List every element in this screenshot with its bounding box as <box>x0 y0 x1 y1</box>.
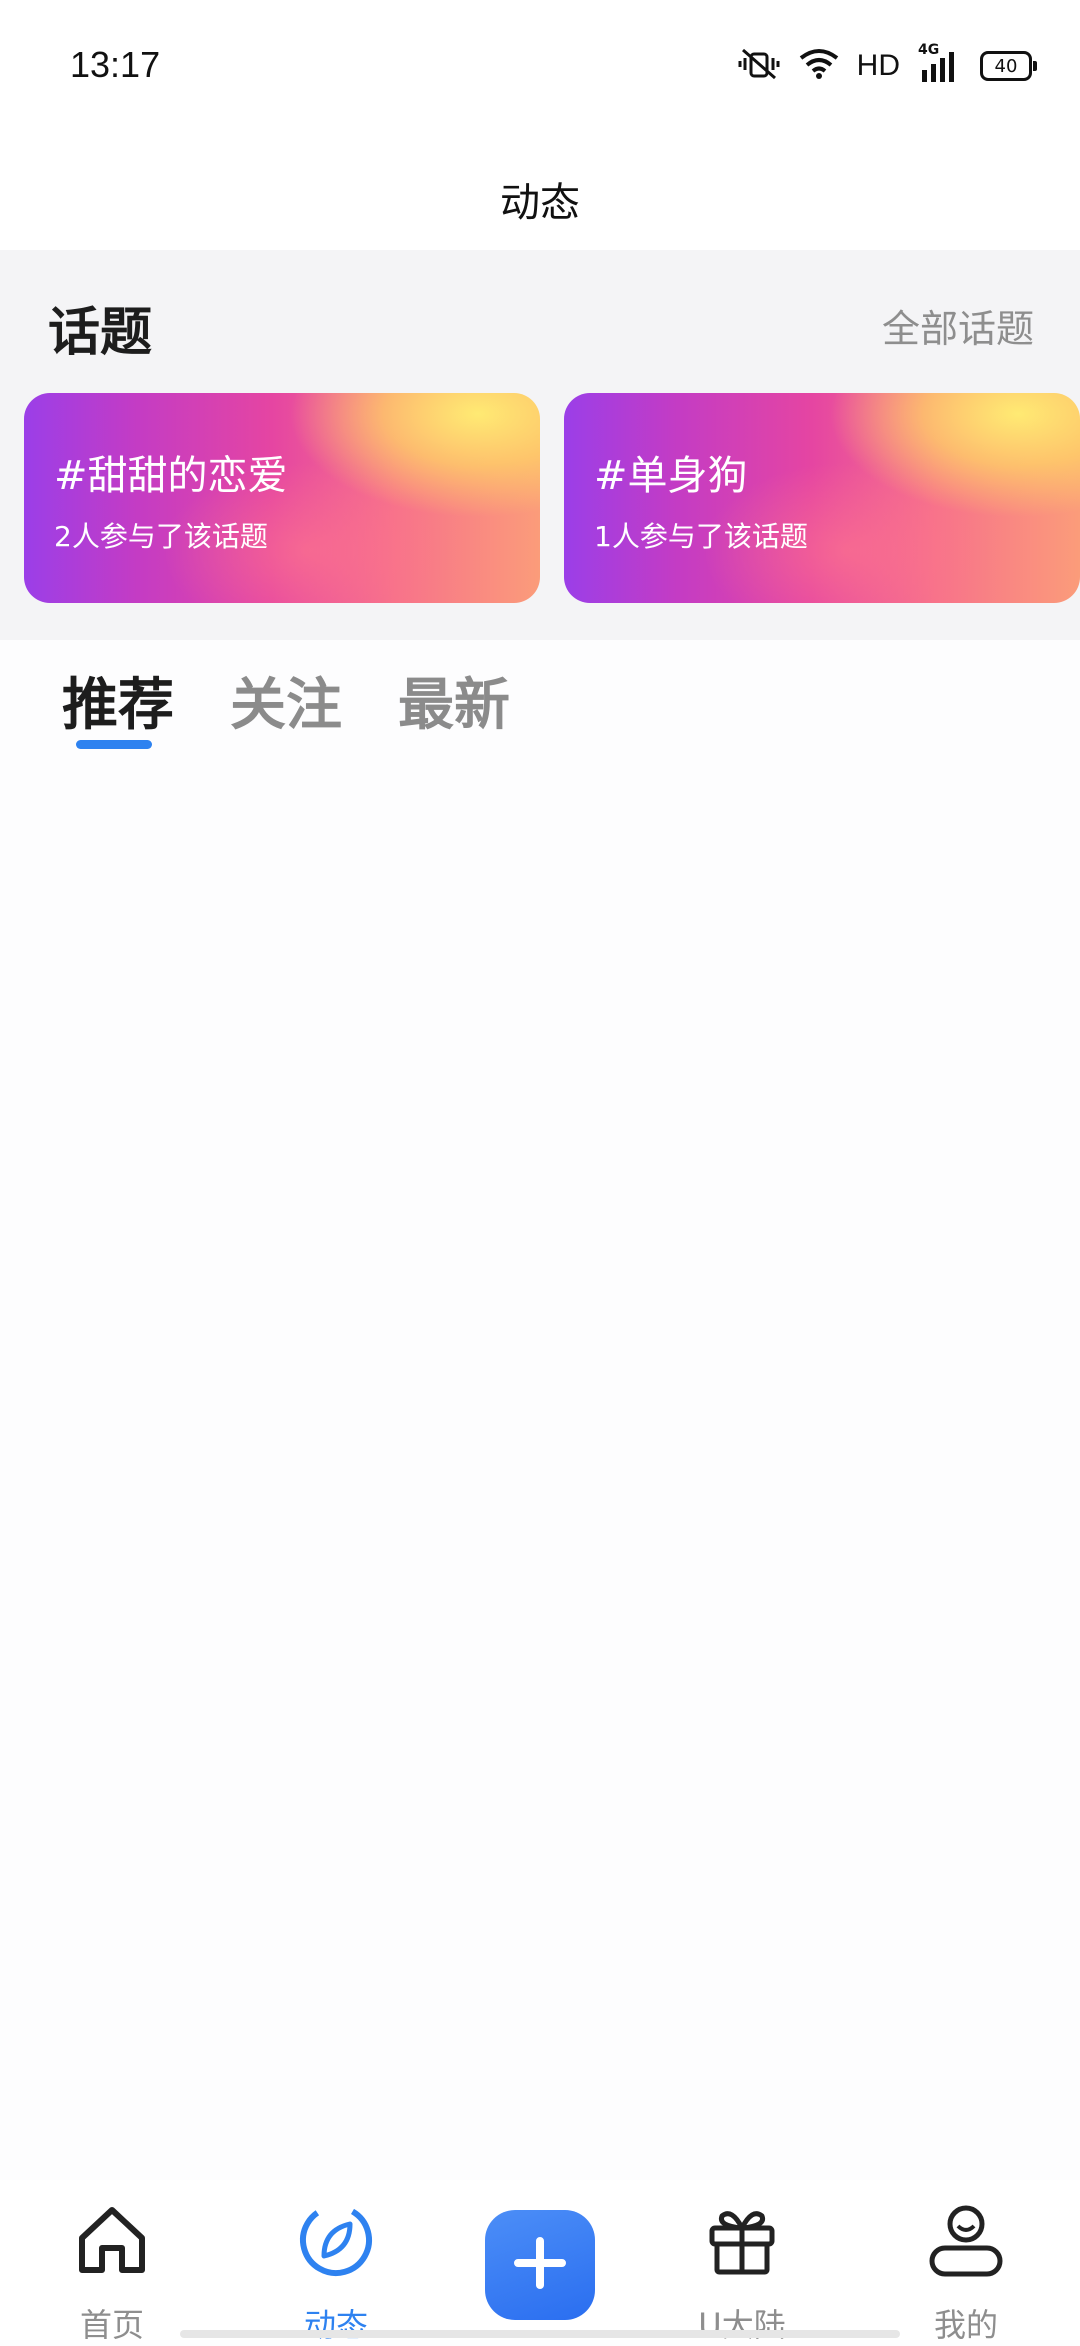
all-topics-link[interactable]: 全部话题 <box>882 298 1034 353</box>
tab-latest[interactable]: 最新 <box>398 660 510 741</box>
topic-name: #甜甜的恋爱 <box>54 453 288 499</box>
topics-section: 话题 全部话题 #甜甜的恋爱 2人参与了该话题 #单身狗 1人参与了该话题 <box>0 250 1080 640</box>
topic-card[interactable]: #单身狗 1人参与了该话题 <box>564 393 1080 603</box>
nav-home-label: 首页 <box>79 2306 144 2344</box>
page-title: 动态 <box>500 180 580 226</box>
topics-heading: 话题 <box>48 303 153 363</box>
topic-participants: 1人参与了该话题 <box>594 520 808 553</box>
signal-icon: 4G <box>918 42 962 84</box>
feed-tabs: 推荐 关注 最新 <box>0 640 1080 770</box>
tab-recommended[interactable]: 推荐 <box>62 660 174 741</box>
nav-u-land[interactable]: U大陆 <box>672 2200 812 2344</box>
mute-vibrate-icon <box>737 46 781 86</box>
topic-card[interactable]: #甜甜的恋爱 2人参与了该话题 <box>24 393 540 603</box>
add-post-button[interactable] <box>485 2210 595 2320</box>
topic-participants: 2人参与了该话题 <box>54 520 268 553</box>
wifi-icon <box>799 48 839 84</box>
battery-icon: 40 <box>980 51 1037 81</box>
status-time: 13:17 <box>70 44 161 85</box>
nav-moments-label: 动态 <box>303 2306 368 2344</box>
nav-profile[interactable]: 我的 <box>896 2200 1036 2344</box>
status-bar: 13:17 HD 4G 40 <box>0 0 1080 130</box>
home-icon <box>42 2200 182 2280</box>
plus-icon <box>510 2233 570 2297</box>
feed-list <box>0 770 1080 2180</box>
nav-u-land-label: U大陆 <box>698 2306 786 2344</box>
profile-icon <box>896 2200 1036 2280</box>
home-indicator <box>180 2330 900 2338</box>
active-tab-indicator <box>76 740 152 749</box>
nav-moments[interactable]: 动态 <box>266 2200 406 2344</box>
tab-following[interactable]: 关注 <box>230 660 342 741</box>
top-bar: 动态 <box>0 130 1080 250</box>
nav-profile-label: 我的 <box>933 2306 998 2344</box>
battery-level: 40 <box>994 55 1018 77</box>
network-type: HD <box>856 49 900 82</box>
topic-name: #单身狗 <box>594 453 748 499</box>
status-icons: HD 4G 40 <box>737 42 1037 88</box>
compass-leaf-icon <box>266 2200 406 2280</box>
gift-icon <box>672 2200 812 2280</box>
nav-home[interactable]: 首页 <box>42 2200 182 2344</box>
